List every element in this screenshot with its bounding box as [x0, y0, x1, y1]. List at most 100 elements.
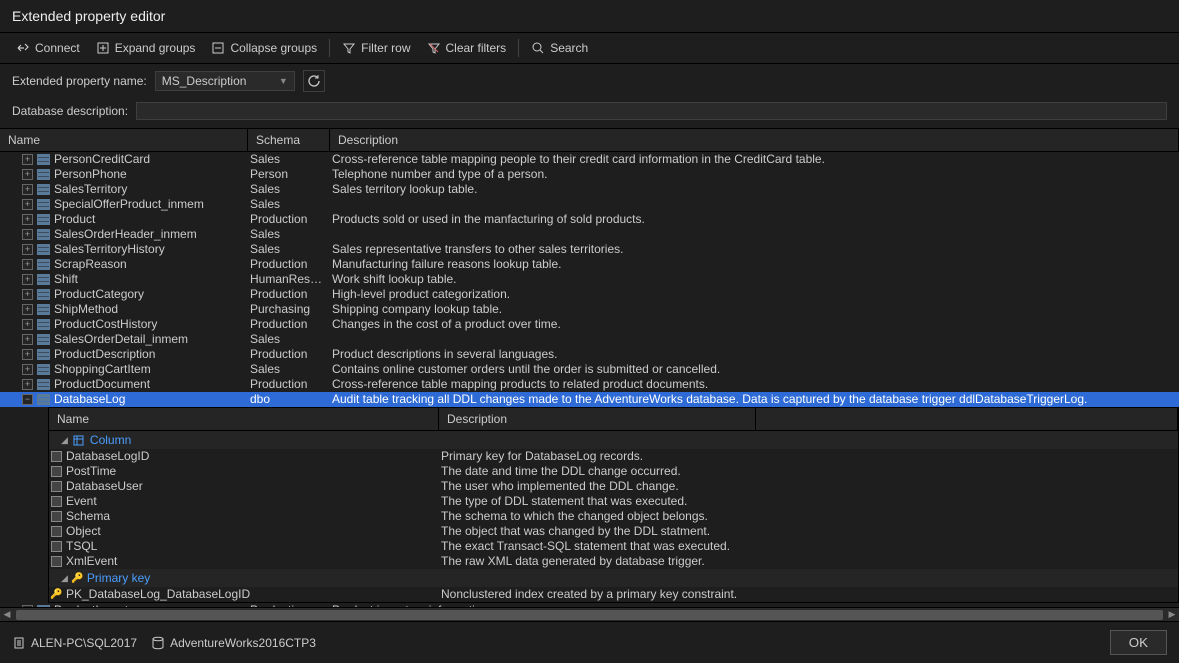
table-description[interactable]: Product descriptions in several language…: [330, 347, 1179, 362]
connect-label: Connect: [35, 41, 80, 55]
table-icon: [37, 184, 50, 195]
expand-toggle-icon[interactable]: +: [22, 274, 33, 285]
search-label: Search: [550, 41, 588, 55]
column-description[interactable]: The type of DDL statement that was execu…: [439, 494, 1178, 509]
table-description[interactable]: Products sold or used in the manfacturin…: [330, 212, 1179, 227]
pk-row[interactable]: 🔑PK_DatabaseLog_DatabaseLogIDNonclustere…: [49, 587, 1178, 602]
column-row[interactable]: DatabaseUserThe user who implemented the…: [49, 479, 1178, 494]
table-row[interactable]: +ShipMethodPurchasingShipping company lo…: [0, 302, 1179, 317]
column-header-name[interactable]: Name: [0, 129, 248, 151]
column-header-description[interactable]: Description: [330, 129, 1179, 151]
expand-toggle-icon[interactable]: +: [22, 289, 33, 300]
table-description[interactable]: Cross-reference table mapping products t…: [330, 377, 1179, 392]
table-row[interactable]: +ProductCategoryProductionHigh-level pro…: [0, 287, 1179, 302]
table-row[interactable]: +ScrapReasonProductionManufacturing fail…: [0, 257, 1179, 272]
table-row[interactable]: +SpecialOfferProduct_inmemSales: [0, 197, 1179, 212]
column-header-schema[interactable]: Schema: [248, 129, 330, 151]
ok-button[interactable]: OK: [1110, 630, 1167, 655]
table-row[interactable]: +PersonPhonePersonTelephone number and t…: [0, 167, 1179, 182]
expand-groups-button[interactable]: Expand groups: [88, 37, 204, 59]
table-description[interactable]: Sales representative transfers to other …: [330, 242, 1179, 257]
table-description[interactable]: Shipping company lookup table.: [330, 302, 1179, 317]
scroll-left-icon[interactable]: ◀: [0, 608, 14, 622]
table-row[interactable]: +SalesTerritorySalesSales territory look…: [0, 182, 1179, 197]
filter-row-button[interactable]: Filter row: [334, 37, 418, 59]
table-row[interactable]: +ShiftHumanResourcesWork shift lookup ta…: [0, 272, 1179, 287]
expand-toggle-icon[interactable]: +: [22, 319, 33, 330]
connect-button[interactable]: Connect: [8, 37, 88, 59]
table-schema: Purchasing: [248, 302, 330, 317]
column-row[interactable]: EventThe type of DDL statement that was …: [49, 494, 1178, 509]
grid[interactable]: Name Schema Description +PersonCreditCar…: [0, 128, 1179, 607]
expand-toggle-icon[interactable]: +: [22, 214, 33, 225]
table-row[interactable]: +ProductProductionProducts sold or used …: [0, 212, 1179, 227]
property-name-value: MS_Description: [162, 74, 247, 88]
expand-toggle-icon[interactable]: +: [22, 229, 33, 240]
refresh-button[interactable]: [303, 70, 325, 92]
scroll-thumb[interactable]: [16, 610, 1163, 620]
table-description[interactable]: Cross-reference table mapping people to …: [330, 152, 1179, 167]
table-row[interactable]: +ProductCostHistoryProductionChanges in …: [0, 317, 1179, 332]
expand-groups-label: Expand groups: [115, 41, 196, 55]
column-row[interactable]: DatabaseLogID Primary key for DatabaseLog…: [49, 449, 1178, 464]
column-description[interactable]: The object that was changed by the DDL s…: [439, 524, 1178, 539]
horizontal-scrollbar[interactable]: ◀ ▶: [0, 607, 1179, 621]
collapse-groups-label: Collapse groups: [230, 41, 317, 55]
table-description[interactable]: High-level product categorization.: [330, 287, 1179, 302]
expand-toggle-icon[interactable]: +: [22, 364, 33, 375]
table-description[interactable]: Telephone number and type of a person.: [330, 167, 1179, 182]
filter-row-label: Filter row: [361, 41, 410, 55]
column-row[interactable]: ObjectThe object that was changed by the…: [49, 524, 1178, 539]
table-description[interactable]: Manufacturing failure reasons lookup tab…: [330, 257, 1179, 272]
table-row[interactable]: +PersonCreditCardSalesCross-reference ta…: [0, 152, 1179, 167]
table-description[interactable]: Sales territory lookup table.: [330, 182, 1179, 197]
table-row[interactable]: +ProductDescriptionProductionProduct des…: [0, 347, 1179, 362]
group-header-primary-key[interactable]: ◢🔑Primary key: [49, 569, 1178, 587]
column-description[interactable]: Primary key for DatabaseLog records.: [439, 449, 1178, 464]
expand-toggle-icon[interactable]: +: [22, 244, 33, 255]
column-description[interactable]: The date and time the DDL change occurre…: [439, 464, 1178, 479]
expand-toggle-icon[interactable]: +: [22, 184, 33, 195]
table-schema: Production: [248, 212, 330, 227]
expand-toggle-icon[interactable]: +: [22, 379, 33, 390]
property-name-select[interactable]: MS_Description ▼: [155, 71, 295, 91]
detail-col-description[interactable]: Description: [439, 408, 756, 430]
table-row[interactable]: +ShoppingCartItemSalesContains online cu…: [0, 362, 1179, 377]
expand-toggle-icon[interactable]: +: [22, 259, 33, 270]
column-row[interactable]: SchemaThe schema to which the changed ob…: [49, 509, 1178, 524]
clear-filters-button[interactable]: Clear filters: [419, 37, 515, 59]
column-description[interactable]: The user who implemented the DDL change.: [439, 479, 1178, 494]
scroll-right-icon[interactable]: ▶: [1165, 608, 1179, 622]
column-row[interactable]: TSQLThe exact Transact-SQL statement tha…: [49, 539, 1178, 554]
table-row[interactable]: +SalesOrderDetail_inmemSales: [0, 332, 1179, 347]
search-button[interactable]: Search: [523, 37, 596, 59]
detail-col-name[interactable]: Name: [49, 408, 439, 430]
table-row[interactable]: +SalesTerritoryHistorySalesSales represe…: [0, 242, 1179, 257]
column-description[interactable]: The schema to which the changed object b…: [439, 509, 1178, 524]
expand-toggle-icon[interactable]: +: [22, 334, 33, 345]
group-header-column[interactable]: ◢Column: [49, 431, 1178, 449]
table-row[interactable]: −DatabaseLogdboAudit table tracking all …: [0, 392, 1179, 407]
table-row[interactable]: +SalesOrderHeader_inmemSales: [0, 227, 1179, 242]
database-description-input[interactable]: [136, 102, 1167, 120]
column-icon: [51, 481, 62, 492]
table-description[interactable]: Audit table tracking all DDL changes mad…: [330, 392, 1179, 407]
column-description[interactable]: The raw XML data generated by database t…: [439, 554, 1178, 569]
expand-toggle-icon[interactable]: +: [22, 349, 33, 360]
column-row[interactable]: XmlEventThe raw XML data generated by da…: [49, 554, 1178, 569]
expand-toggle-icon[interactable]: +: [22, 304, 33, 315]
table-description[interactable]: Contains online customer orders until th…: [330, 362, 1179, 377]
table-description[interactable]: Changes in the cost of a product over ti…: [330, 317, 1179, 332]
pk-description[interactable]: Nonclustered index created by a primary …: [439, 587, 1178, 602]
column-name: DatabaseLogID: [66, 449, 149, 464]
column-description[interactable]: The exact Transact-SQL statement that wa…: [439, 539, 1178, 554]
expand-toggle-icon[interactable]: +: [22, 154, 33, 165]
expand-toggle-icon[interactable]: +: [22, 199, 33, 210]
column-row[interactable]: PostTimeThe date and time the DDL change…: [49, 464, 1178, 479]
table-row[interactable]: +ProductDocumentProductionCross-referenc…: [0, 377, 1179, 392]
collapse-groups-button[interactable]: Collapse groups: [203, 37, 325, 59]
table-description[interactable]: Work shift lookup table.: [330, 272, 1179, 287]
expand-toggle-icon[interactable]: +: [22, 169, 33, 180]
table-icon: [37, 379, 50, 390]
collapse-toggle-icon[interactable]: −: [22, 394, 33, 405]
